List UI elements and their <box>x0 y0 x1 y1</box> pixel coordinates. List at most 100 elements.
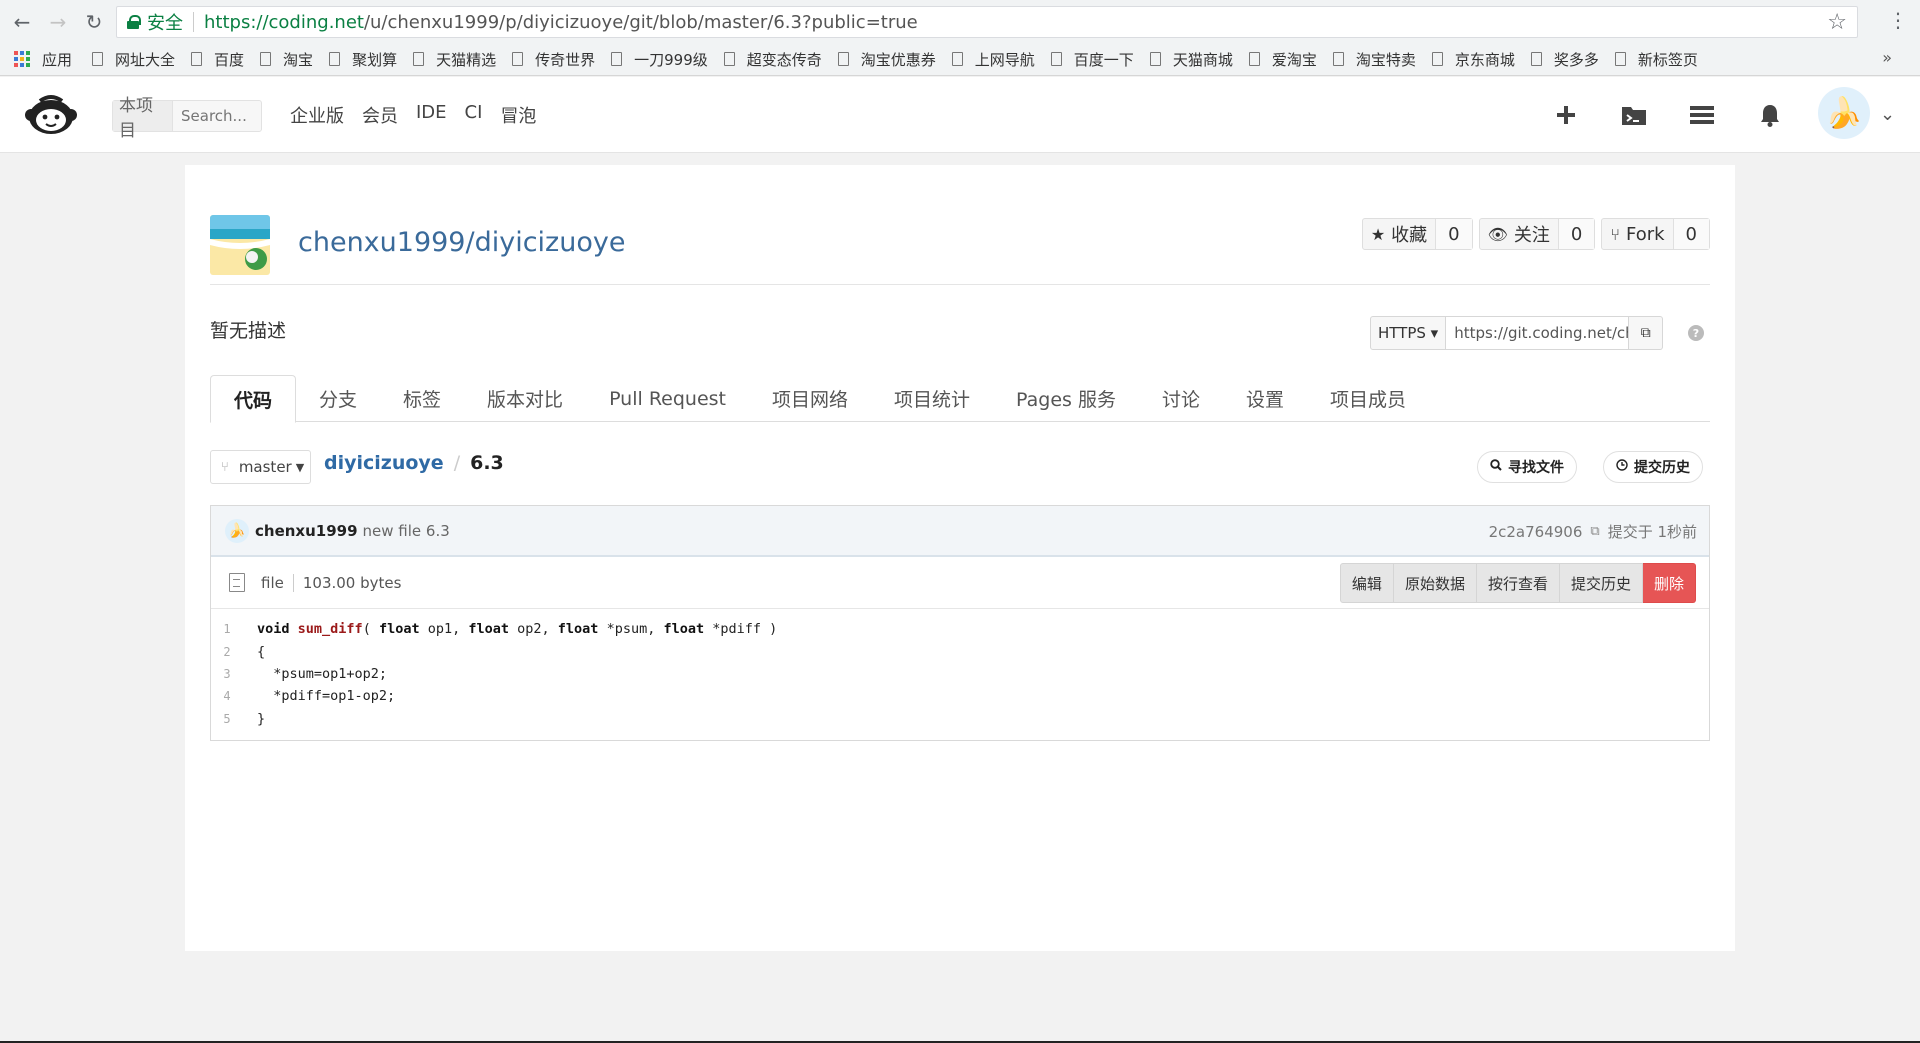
secure-label: 安全 <box>147 13 183 34</box>
copy-icon[interactable]: ⧉ <box>1629 316 1664 350</box>
repo-avatar <box>210 215 270 275</box>
bell-icon[interactable] <box>1752 97 1788 133</box>
breadcrumb: diyicizuoye / 6.3 <box>324 452 504 474</box>
repo-tabs: 代码 分支 标签 版本对比 Pull Request 项目网络 项目统计 Pag… <box>210 375 1710 423</box>
back-arrow-icon[interactable]: ← <box>8 8 36 36</box>
breadcrumb-repo[interactable]: diyicizuoye <box>324 452 444 474</box>
coding-logo-icon[interactable] <box>22 91 80 137</box>
nav-ide[interactable]: IDE <box>416 102 447 128</box>
raw-button[interactable]: 原始数据 <box>1393 563 1477 603</box>
file-history-button[interactable]: 提交历史 <box>1559 563 1643 603</box>
line-number[interactable]: 5 <box>211 712 243 726</box>
bookmark-item[interactable]: 爱淘宝 <box>1248 49 1317 70</box>
clone-protocol-select[interactable]: HTTPS ▾ <box>1370 316 1447 350</box>
page-icon <box>191 52 203 66</box>
tab-branches[interactable]: 分支 <box>296 375 380 422</box>
tab-code[interactable]: 代码 <box>210 375 297 423</box>
file-icon <box>229 573 245 592</box>
tab-discuss[interactable]: 讨论 <box>1139 375 1223 422</box>
commit-hash[interactable]: 2c2a764906 <box>1489 523 1583 541</box>
bookmark-item[interactable]: 淘宝 <box>260 49 313 70</box>
bookmark-item[interactable]: 超变态传奇 <box>723 49 822 70</box>
fork-button[interactable]: ⑂ Fork 0 <box>1601 218 1710 250</box>
repo-card: chenxu1999/diyicizuoye ★ 收藏 0 👁 关注 0 ⑂ Fork… <box>185 165 1735 951</box>
tab-pages[interactable]: Pages 服务 <box>993 375 1139 422</box>
address-bar[interactable]: 安全 https://coding.net/u/chenxu1999/p/diy… <box>116 6 1858 38</box>
search-input[interactable] <box>181 107 261 125</box>
search-scope[interactable]: 本项目 <box>113 96 173 141</box>
tab-members[interactable]: 项目成员 <box>1307 375 1429 422</box>
browser-toolbar: ← → ↻ 安全 https://coding.net/u/chenxu1999… <box>0 0 1920 76</box>
page-icon <box>1248 52 1260 66</box>
bookmark-star-icon[interactable]: ☆ <box>1827 10 1847 35</box>
list-menu-icon[interactable] <box>1684 97 1720 133</box>
bookmark-item[interactable]: 天猫精选 <box>413 49 496 70</box>
line-number[interactable]: 4 <box>211 689 243 703</box>
terminal-folder-icon[interactable] <box>1616 97 1652 133</box>
chevron-down-icon[interactable]: ⌄ <box>1880 104 1895 125</box>
bookmark-apps[interactable]: 应用 <box>14 49 72 70</box>
user-avatar[interactable]: 🍌 <box>1818 87 1870 139</box>
line-number[interactable]: 1 <box>211 622 243 636</box>
bookmark-item[interactable]: 奖多多 <box>1530 49 1599 70</box>
plus-icon[interactable] <box>1548 97 1584 133</box>
nav-enterprise[interactable]: 企业版 <box>290 102 344 128</box>
reload-icon[interactable]: ↻ <box>80 8 108 36</box>
bookmark-item[interactable]: 传奇世界 <box>512 49 595 70</box>
bookmarks-overflow-icon[interactable]: » <box>1882 48 1892 67</box>
copy-icon[interactable]: ⧉ <box>1590 524 1599 539</box>
line-number[interactable]: 2 <box>211 645 243 659</box>
tab-network[interactable]: 项目网络 <box>749 375 871 422</box>
nav-ci[interactable]: CI <box>465 102 483 128</box>
page-icon <box>92 52 104 66</box>
bookmark-item[interactable]: 网址大全 <box>92 49 175 70</box>
bookmark-item[interactable]: 一刀999级 <box>611 49 708 70</box>
bookmark-item[interactable]: 百度一下 <box>1050 49 1134 70</box>
branch-select[interactable]: ⑂ master ▼ <box>210 450 311 484</box>
site-header: 本项目 企业版 会员 IDE CI 冒泡 🍌 ⌄ <box>0 77 1920 153</box>
bookmark-item[interactable]: 上网导航 <box>951 49 1035 70</box>
commit-message[interactable]: new file 6.3 <box>363 522 450 540</box>
page-icon <box>837 52 849 66</box>
star-button[interactable]: ★ 收藏 0 <box>1361 218 1473 250</box>
breadcrumb-file: 6.3 <box>470 452 504 474</box>
tab-tags[interactable]: 标签 <box>380 375 464 422</box>
tab-compare[interactable]: 版本对比 <box>464 375 586 422</box>
url-host: https://coding.net <box>204 11 364 33</box>
repo-title[interactable]: chenxu1999/diyicizuoye <box>298 227 625 258</box>
line-number[interactable]: 3 <box>211 667 243 681</box>
edit-button[interactable]: 编辑 <box>1339 563 1394 603</box>
file-viewer: 🍌 chenxu1999 new file 6.3 2c2a764906 ⧉ 提… <box>210 505 1710 741</box>
delete-button[interactable]: 删除 <box>1642 563 1696 603</box>
page-icon <box>1149 52 1161 66</box>
star-count: 0 <box>1435 219 1472 249</box>
bookmark-item[interactable]: 淘宝特卖 <box>1332 49 1416 70</box>
clone-url-field[interactable]: https://git.coding.net/chenxu1999/diyici… <box>1446 316 1630 350</box>
commit-author[interactable]: chenxu1999 <box>255 522 358 540</box>
nav-member[interactable]: 会员 <box>362 102 398 128</box>
page-icon <box>1431 52 1443 66</box>
forward-arrow-icon[interactable]: → <box>44 8 72 36</box>
find-file-button[interactable]: 寻找文件 <box>1477 451 1577 483</box>
browser-menu-icon[interactable]: ⋮ <box>1888 8 1908 32</box>
watch-button[interactable]: 👁 关注 0 <box>1478 218 1596 250</box>
tab-stats[interactable]: 项目统计 <box>871 375 993 422</box>
blame-button[interactable]: 按行查看 <box>1476 563 1560 603</box>
bookmark-item[interactable]: 京东商城 <box>1431 49 1515 70</box>
search-box[interactable]: 本项目 <box>112 96 262 141</box>
bookmark-item[interactable]: 新标签页 <box>1614 49 1698 70</box>
tab-settings[interactable]: 设置 <box>1223 375 1307 422</box>
bookmark-item[interactable]: 聚划算 <box>329 49 397 70</box>
clone-widget: HTTPS ▾ https://git.coding.net/chenxu199… <box>1370 316 1664 350</box>
url-path: /u/chenxu1999/p/diyicizuoye/git/blob/mas… <box>363 11 918 33</box>
bookmark-item[interactable]: 百度 <box>191 49 244 70</box>
bookmark-item[interactable]: 淘宝优惠券 <box>837 49 936 70</box>
bookmark-item[interactable]: 天猫商城 <box>1149 49 1233 70</box>
line-content: } <box>257 710 266 727</box>
tab-pull-request[interactable]: Pull Request <box>586 375 749 422</box>
commit-avatar[interactable]: 🍌 <box>225 518 249 543</box>
nav-bubble[interactable]: 冒泡 <box>500 102 536 128</box>
commit-history-button[interactable]: 提交历史 <box>1603 451 1703 483</box>
page-icon <box>1614 52 1626 66</box>
help-icon[interactable]: ? <box>1688 325 1704 341</box>
